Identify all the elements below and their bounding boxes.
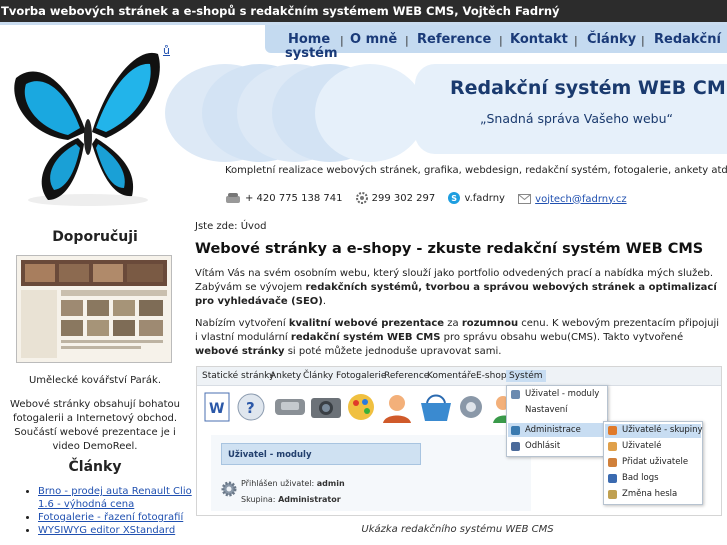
nav-redakcni-system-wrap[interactable]: systém [285, 46, 338, 61]
article-link[interactable]: WYSIWYG editor XStandard [38, 525, 175, 536]
text: pro správu obsahu webu(CMS). Takto vytvo… [440, 332, 684, 343]
dropdown-item: Administrace [525, 425, 581, 435]
nav-home[interactable]: Home [288, 32, 330, 47]
emphasis: webové stránky [195, 346, 285, 357]
recommend-heading: Doporučuji [52, 229, 138, 245]
article-link[interactable]: Brno - prodej auta Renault Clio 1.6 - vý… [38, 486, 192, 510]
tagline: Kompletní realizace webových stránek, gr… [225, 165, 727, 176]
cms-menu-item: Ankety [270, 371, 302, 381]
nav-redakcni-system[interactable]: Redakční [654, 32, 721, 47]
dropdown-item: Bad logs [622, 473, 659, 483]
recommended-site-thumbnail[interactable] [16, 255, 172, 363]
cms-menu-item: Statické stránky [202, 371, 275, 381]
logout-icon [511, 442, 520, 451]
nav-clanky[interactable]: Články [587, 32, 636, 47]
text: za [444, 318, 462, 329]
cms-menu-item-active: Systém [506, 370, 546, 382]
nav-separator: | [574, 34, 578, 47]
bad-logs-icon [608, 474, 617, 483]
thumbnail-caption: Umělecké kovářství Parák. [28, 375, 162, 386]
intro-paragraph: Vítám Vás na svém osobním webu, který sl… [195, 267, 720, 309]
dropdown-item: Změna hesla [622, 489, 678, 499]
icq-number: 299 302 297 [371, 192, 436, 204]
nav-reference[interactable]: Reference [417, 32, 491, 47]
email-link[interactable]: vojtech@fadrny.cz [535, 194, 626, 205]
list-item: WYSIWYG editor XStandard [38, 524, 203, 537]
emphasis: rozumnou [461, 318, 519, 329]
nav-separator: | [641, 34, 645, 47]
list-item: Fotogalerie - řazení fotografií [38, 511, 203, 524]
phone-icon [226, 193, 240, 203]
mail-icon [518, 194, 532, 204]
dropdown-item: Přidat uživatele [622, 457, 689, 467]
gear-icon [221, 481, 237, 497]
articles-list: Brno - prodej auta Renault Clio 1.6 - vý… [22, 485, 203, 537]
butterfly-logo [14, 52, 160, 206]
nav-separator: | [499, 34, 503, 47]
logged-user-label: Přihlášen uživatel: [241, 479, 315, 488]
nav-kontakt[interactable]: Kontakt [510, 32, 568, 47]
users-groups-icon [608, 426, 617, 435]
dropdown-item: Uživatelé - skupiny [622, 425, 703, 435]
article-link[interactable]: Fotogalerie - řazení fotografií [38, 512, 183, 523]
cms-screenshot: Statické stránky Ankety Články Fotogaler… [196, 366, 722, 516]
nav-o-mne[interactable]: O mně [350, 32, 397, 47]
text: Nabízím vytvoření [195, 318, 289, 329]
skype-icon: S [448, 192, 461, 204]
add-user-icon [608, 458, 617, 467]
dropdown-item: Nastavení [525, 405, 568, 415]
cms-admin-submenu: Uživatelé - skupiny Uživatelé Přidat uži… [603, 421, 703, 505]
dropdown-item: Uživatelé [622, 441, 662, 451]
skype-name: v.fadrny [464, 192, 505, 204]
group-value: Administrator [278, 495, 341, 504]
modules-icon [511, 390, 520, 399]
main-nav: Home | O mně | Reference | Kontakt | Člá… [265, 25, 727, 61]
decorative-stripes [165, 64, 425, 162]
cms-menu-item: Články [303, 371, 334, 381]
list-item: Brno - prodej auta Renault Clio 1.6 - vý… [38, 485, 203, 511]
nav-separator: | [340, 34, 344, 47]
thumbnail-description: Webové stránky obsahují bohatou fotogale… [10, 399, 180, 452]
group-row: Skupina: Administrator [241, 495, 341, 504]
icq-icon [355, 192, 368, 204]
hero-subtitle: „Snadná správa Vašeho webu“ [480, 111, 673, 126]
cms-menu-item: Reference [384, 371, 430, 381]
svg-text:W: W [209, 401, 224, 417]
emphasis: kvalitní webové prezentace [288, 318, 445, 329]
cms-menubar: Statické stránky Ankety Články Fotogaler… [197, 367, 721, 386]
emphasis: redakční systém WEB CMS [290, 332, 441, 343]
cms-menu-item: E-shop [476, 371, 507, 381]
cms-toolbar-icons: W ? [204, 392, 515, 423]
phone-number: + 420 775 138 741 [245, 193, 343, 204]
dropdown-item: Odhlásit [525, 441, 561, 451]
cms-panel: Uživatel - moduly Přihlášen uživatel: ad… [211, 435, 531, 511]
window-title: Tvorba webových stránek a e-shopů s reda… [0, 0, 727, 22]
offer-paragraph: Nabízím vytvoření kvalitní webové prezen… [195, 317, 720, 359]
cms-system-dropdown: Uživatel - moduly Nastavení Administrace… [506, 385, 608, 457]
logged-user-row: Přihlášen uživatel: admin [241, 479, 345, 488]
breadcrumb: Jste zde: Úvod [195, 221, 267, 232]
hero-title: Redakční systém WEB CMS [450, 77, 727, 99]
text: si poté můžete jednoduše upravovat sami. [284, 346, 502, 357]
articles-heading: Články [68, 459, 122, 475]
nav-separator: | [405, 34, 409, 47]
logged-user-value: admin [316, 479, 345, 488]
text: . [322, 296, 327, 307]
cms-panel-header: Uživatel - moduly [221, 443, 421, 465]
contact-bar: + 420 775 138 741 299 302 297 S v.fadrny… [225, 192, 637, 208]
small-link[interactable]: ů [163, 44, 170, 57]
svg-text:S: S [452, 194, 458, 203]
key-icon [608, 490, 617, 499]
page-title: Webové stránky a e-shopy - zkuste redakč… [195, 241, 704, 257]
dropdown-item: Uživatel - moduly [525, 389, 600, 399]
screenshot-caption: Ukázka redakčního systému WEB CMS [361, 524, 554, 535]
cms-menu-item: Fotogalerie [336, 371, 387, 381]
cms-menu-item: Komentáře [427, 371, 477, 381]
svg-text:?: ? [246, 399, 255, 417]
admin-icon [511, 426, 520, 435]
group-label: Skupina: [241, 495, 276, 504]
users-icon [608, 442, 617, 451]
